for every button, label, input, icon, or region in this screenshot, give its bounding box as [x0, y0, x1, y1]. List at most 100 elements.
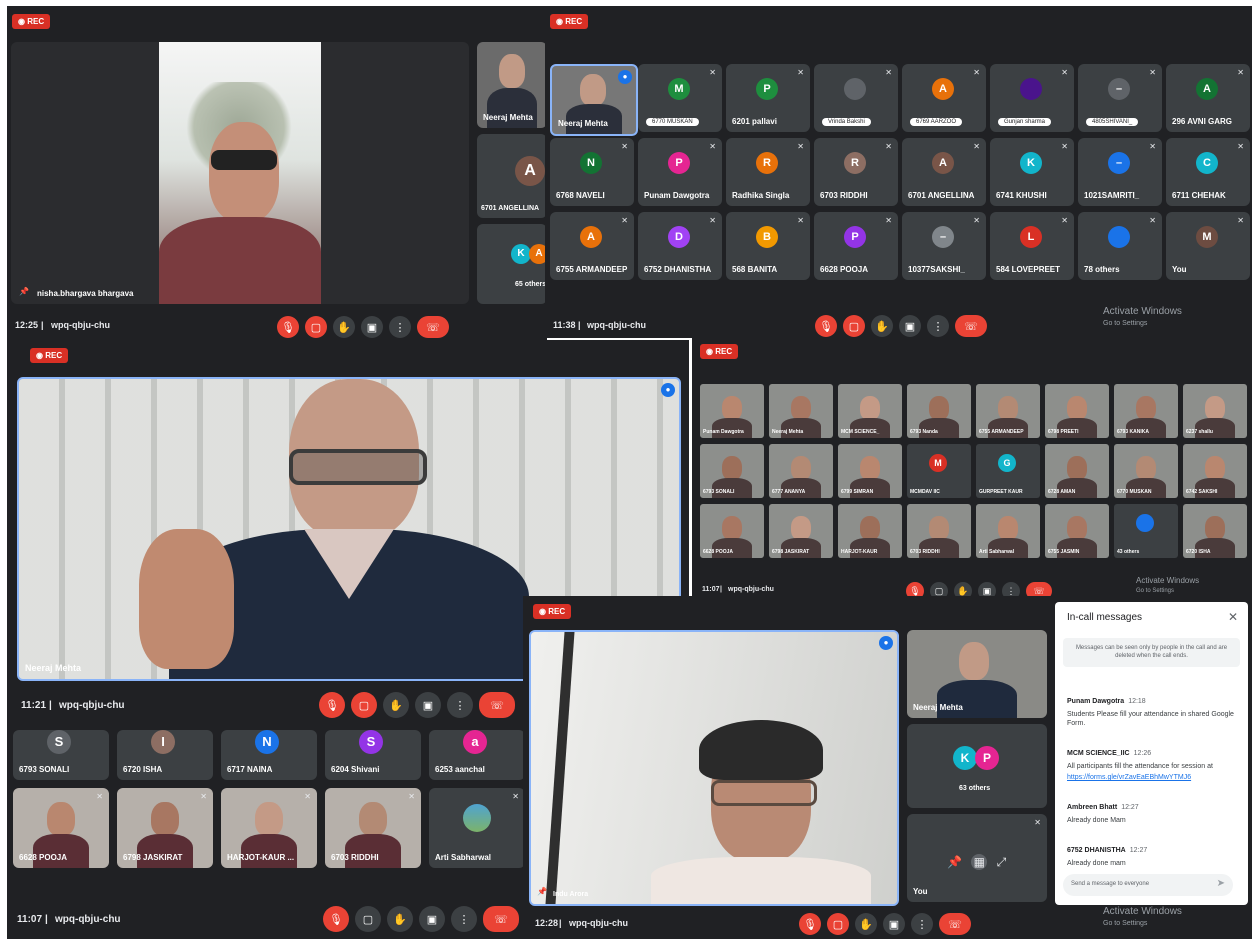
participant-tile[interactable]: ✕ – 4805SHIVANI_: [1078, 64, 1162, 132]
participant-tile[interactable]: 6798 PREETI: [1045, 384, 1109, 438]
participant-tile[interactable]: 6777 ANANYA: [769, 444, 833, 498]
more-options-button[interactable]: ⋮: [389, 316, 411, 338]
pin-icon[interactable]: 📌: [19, 287, 29, 296]
camera-off-button[interactable]: ▢: [843, 315, 865, 337]
participant-tile[interactable]: ✕ Gunjan sharma: [990, 64, 1074, 132]
participant-tile[interactable]: 6742 SAKSHI: [1183, 444, 1247, 498]
participant-tile[interactable]: ✕ 6798 JASKIRAT: [117, 788, 213, 868]
participant-tile[interactable]: S 6793 SONALI: [13, 730, 109, 780]
participant-tile[interactable]: Arti Sabharwal: [976, 504, 1040, 558]
participant-tile[interactable]: ✕ Vrinda Bakshi: [814, 64, 898, 132]
present-button[interactable]: ▣: [419, 906, 445, 932]
participant-tile[interactable]: N 6717 NAINA: [221, 730, 317, 780]
participant-tile[interactable]: 6237 shallu: [1183, 384, 1247, 438]
participant-tile[interactable]: HARJOT-KAUR: [838, 504, 902, 558]
main-video-tile[interactable]: ● 📌 Indu Arora: [529, 630, 899, 906]
participant-tile[interactable]: ✕ P 6628 POOJA: [814, 212, 898, 280]
participant-tile[interactable]: ✕ 6703 RIDDHI: [325, 788, 421, 868]
participant-tile[interactable]: 6799 SIMRAN: [838, 444, 902, 498]
raise-hand-button[interactable]: ✋: [387, 906, 413, 932]
participant-tile[interactable]: ✕ B 568 BANITA: [726, 212, 810, 280]
message-input[interactable]: Send a message to everyone ➤: [1063, 874, 1233, 896]
camera-off-button[interactable]: ▢: [827, 913, 849, 935]
more-options-button[interactable]: ⋮: [927, 315, 949, 337]
participant-tile[interactable]: ✕ P 6201 pallavi: [726, 64, 810, 132]
participant-tile[interactable]: 6770 MUSKAN: [1114, 444, 1178, 498]
message-link[interactable]: https://forms.gle/vrZavEaEBhMwYTMJ6: [1067, 773, 1237, 782]
side-tile-neeraj[interactable]: Neeraj Mehta: [477, 42, 547, 128]
participant-tile[interactable]: ✕ – 1021SAMRITI_: [1078, 138, 1162, 206]
participant-tile[interactable]: 6793 Nanda: [907, 384, 971, 438]
participant-tile[interactable]: ✕ A 6701 ANGELLINA: [902, 138, 986, 206]
camera-button[interactable]: ▢: [355, 906, 381, 932]
more-options-button[interactable]: ⋮: [451, 906, 477, 932]
side-tile-others[interactable]: K P 63 others: [907, 724, 1047, 808]
raise-hand-button[interactable]: ✋: [383, 692, 409, 718]
pin-icon[interactable]: 📌: [947, 855, 962, 869]
participant-tile[interactable]: ● Neeraj Mehta: [550, 64, 638, 136]
present-button[interactable]: ▣: [883, 913, 905, 935]
mic-off-button[interactable]: 🎙: [323, 906, 349, 932]
participant-tile[interactable]: I 6720 ISHA: [117, 730, 213, 780]
participant-tile[interactable]: 6720 ISHA: [1183, 504, 1247, 558]
participant-tile[interactable]: ✕ – 10377SAKSHI_: [902, 212, 986, 280]
participant-tile[interactable]: S 6204 Shivani: [325, 730, 421, 780]
participant-tile[interactable]: 6793 SONALI: [700, 444, 764, 498]
side-tile-others[interactable]: K A 65 others: [477, 224, 547, 304]
main-video-tile[interactable]: 📌 nisha.bhargava bhargava: [11, 42, 469, 304]
mic-off-button[interactable]: 🎙: [319, 692, 345, 718]
mic-off-button[interactable]: 🎙: [277, 316, 299, 338]
end-call-button[interactable]: ☏: [955, 315, 987, 337]
participant-tile[interactable]: ✕ M You: [1166, 212, 1250, 280]
side-tile-neeraj[interactable]: Neeraj Mehta: [907, 630, 1047, 718]
end-call-button[interactable]: ☏: [483, 906, 519, 932]
participant-tile[interactable]: 6728 AMAN: [1045, 444, 1109, 498]
self-view-tile[interactable]: ✕ 📌 ▦ ⤢ You: [907, 814, 1047, 902]
participant-tile[interactable]: ✕ P Punam Dawgotra: [638, 138, 722, 206]
participant-tile[interactable]: 6798 JASKIRAT: [769, 504, 833, 558]
participant-tile[interactable]: ✕ K 6741 KHUSHI: [990, 138, 1074, 206]
participant-tile[interactable]: ✕ A 6755 ARMANDEEP: [550, 212, 634, 280]
participant-tile[interactable]: M MCMDAV IIC: [907, 444, 971, 498]
participant-tile[interactable]: ✕ A 296 AVNI GARG: [1166, 64, 1250, 132]
participant-tile[interactable]: ✕ D 6752 DHANISTHA: [638, 212, 722, 280]
participant-tile[interactable]: ✕ 78 others: [1078, 212, 1162, 280]
more-options-button[interactable]: ⋮: [911, 913, 933, 935]
layout-icon[interactable]: ▦: [971, 854, 988, 870]
participant-tile[interactable]: 6755 JASMIN: [1045, 504, 1109, 558]
participant-tile[interactable]: ✕ M 6770 MUSKAN: [638, 64, 722, 132]
participant-tile[interactable]: ✕ R 6703 RIDDHI: [814, 138, 898, 206]
end-call-button[interactable]: ☏: [417, 316, 449, 338]
participant-tile[interactable]: ✕ Arti Sabharwal: [429, 788, 525, 868]
more-options-button[interactable]: ⋮: [447, 692, 473, 718]
present-button[interactable]: ▣: [415, 692, 441, 718]
participant-tile[interactable]: 6628 POOJA: [700, 504, 764, 558]
camera-off-button[interactable]: ▢: [351, 692, 377, 718]
participant-tile[interactable]: ✕ N 6768 NAVELI: [550, 138, 634, 206]
participant-tile[interactable]: ✕ R Radhika Singla: [726, 138, 810, 206]
participant-tile[interactable]: 6793 KANIKA: [1114, 384, 1178, 438]
present-button[interactable]: ▣: [361, 316, 383, 338]
side-tile-angellina[interactable]: A 6701 ANGELLINA: [477, 134, 547, 218]
end-call-button[interactable]: ☏: [479, 692, 515, 718]
participant-tile[interactable]: Neeraj Mehta: [769, 384, 833, 438]
participant-tile[interactable]: G GURPREET KAUR: [976, 444, 1040, 498]
participant-tile[interactable]: ✕ A 6769 AARZOO: [902, 64, 986, 132]
participant-tile[interactable]: a 6253 aanchal: [429, 730, 525, 780]
mic-off-button[interactable]: 🎙: [799, 913, 821, 935]
end-call-button[interactable]: ☏: [939, 913, 971, 935]
participant-tile[interactable]: ✕ 6628 POOJA: [13, 788, 109, 868]
participant-tile[interactable]: 6755 ARMANDEEP: [976, 384, 1040, 438]
present-button[interactable]: ▣: [899, 315, 921, 337]
camera-off-button[interactable]: ▢: [305, 316, 327, 338]
close-icon[interactable]: ✕: [1228, 610, 1238, 624]
participant-tile[interactable]: MCM SCIENCE_: [838, 384, 902, 438]
participant-tile[interactable]: Punam Dawgotra: [700, 384, 764, 438]
participant-tile[interactable]: ✕ HARJOT-KAUR ...: [221, 788, 317, 868]
raise-hand-button[interactable]: ✋: [855, 913, 877, 935]
participant-tile[interactable]: 43 others: [1114, 504, 1178, 558]
mic-off-button[interactable]: 🎙: [815, 315, 837, 337]
participant-tile[interactable]: ✕ C 6711 CHEHAK: [1166, 138, 1250, 206]
pin-icon[interactable]: 📌: [537, 887, 547, 896]
participant-tile[interactable]: ✕ L 584 LOVEPREET: [990, 212, 1074, 280]
